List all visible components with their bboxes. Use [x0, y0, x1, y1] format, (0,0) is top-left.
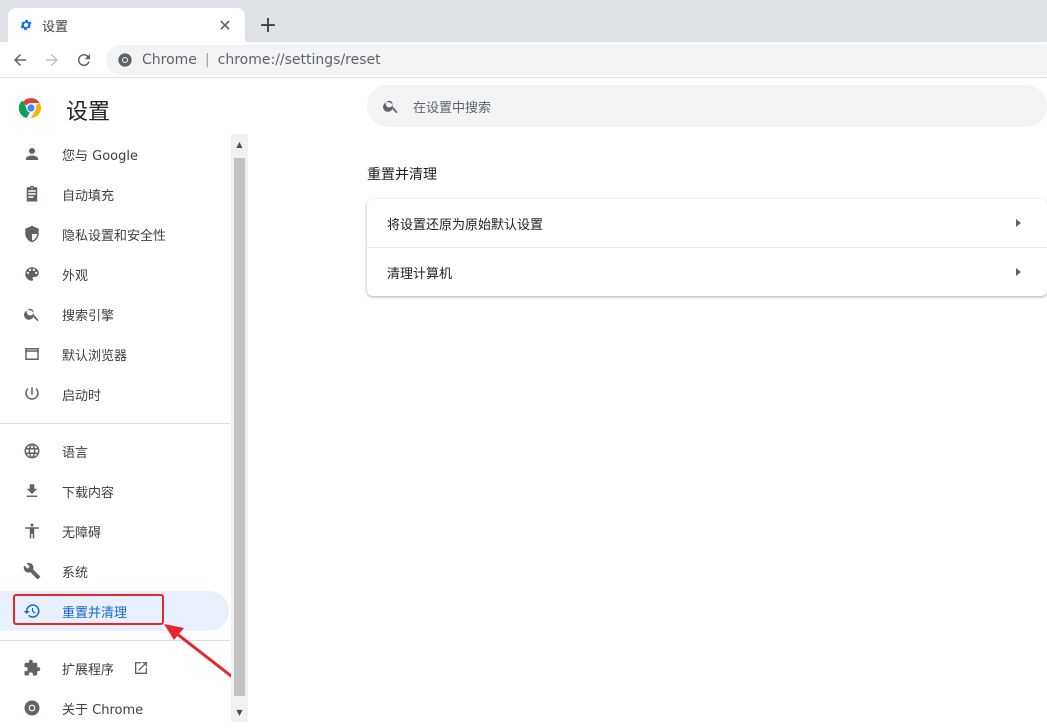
sidebar-item-label: 外观 [62, 268, 89, 284]
sidebar-item-search-engine[interactable]: 搜索引擎 [0, 294, 229, 334]
restore-defaults-row[interactable]: 将设置还原为原始默认设置 [367, 199, 1047, 247]
wrench-icon [20, 559, 44, 583]
page-title: 设置 [66, 100, 111, 125]
sidebar-item-label: 系统 [62, 565, 89, 581]
chrome-icon [116, 51, 134, 69]
sidebar-item-downloads[interactable]: 下载内容 [0, 471, 229, 511]
sidebar-item-label: 隐私设置和安全性 [62, 228, 167, 244]
address-bar[interactable]: Chrome | chrome://settings/reset [106, 45, 1047, 75]
sidebar-item-accessibility[interactable]: 无障碍 [0, 511, 229, 551]
row-label: 清理计算机 [387, 266, 453, 282]
clipboard-icon [20, 182, 44, 206]
sidebar-item-label: 搜索引擎 [62, 308, 115, 324]
sidebar-item-default-browser[interactable]: 默认浏览器 [0, 334, 229, 374]
download-icon [20, 479, 44, 503]
shield-icon [20, 222, 44, 246]
sidebar-item-autofill[interactable]: 自动填充 [0, 174, 229, 214]
annotation-highlight-box [13, 594, 164, 625]
search-placeholder: 在设置中搜索 [413, 100, 492, 116]
open-in-new-icon [132, 659, 150, 677]
sidebar-item-languages[interactable]: 语言 [0, 431, 229, 471]
reset-card: 将设置还原为原始默认设置 清理计算机 [367, 199, 1047, 296]
tab-strip: 设置 ✕ + [0, 0, 1047, 42]
arrow-right-icon [1016, 268, 1021, 276]
accessibility-icon [20, 519, 44, 543]
sidebar-item-about-chrome[interactable]: 关于 Chrome [0, 688, 229, 728]
sidebar-item-label: 关于 Chrome [62, 702, 144, 718]
tab-title: 设置 [42, 19, 69, 35]
sidebar-item-label: 您与 Google [62, 148, 138, 164]
omnibox-separator: | [204, 52, 210, 68]
chrome-icon [20, 696, 44, 720]
row-label: 将设置还原为原始默认设置 [387, 217, 544, 233]
person-icon [20, 142, 44, 166]
site-chip: Chrome [142, 52, 197, 68]
sidebar-item-on-startup[interactable]: 启动时 [0, 374, 229, 414]
sidebar-item-label: 默认浏览器 [62, 348, 128, 364]
new-tab-button[interactable]: + [254, 13, 282, 38]
browser-icon [20, 342, 44, 366]
close-icon[interactable]: ✕ [215, 15, 235, 35]
chrome-logo-icon [18, 96, 43, 120]
tab-settings[interactable]: 设置 ✕ [8, 8, 245, 42]
back-arrow-icon[interactable] [6, 46, 34, 74]
puzzle-icon [20, 656, 44, 680]
clean-computer-row[interactable]: 清理计算机 [367, 248, 1047, 296]
sidebar-item-privacy[interactable]: 隐私设置和安全性 [0, 214, 229, 254]
scroll-up-arrow-icon[interactable]: ▲ [231, 136, 248, 153]
power-icon [20, 382, 44, 406]
sidebar-item-label: 启动时 [62, 388, 102, 404]
scroll-thumb[interactable] [234, 158, 245, 696]
toolbar: Chrome | chrome://settings/reset [0, 42, 1047, 78]
arrow-right-icon [1016, 219, 1021, 227]
scroll-down-arrow-icon[interactable]: ▼ [231, 704, 248, 721]
search-input[interactable]: 在设置中搜索 [367, 85, 1047, 127]
sidebar-divider [0, 423, 230, 424]
sidebar-item-label: 语言 [62, 445, 89, 461]
reload-icon[interactable] [70, 46, 98, 74]
forward-arrow-icon[interactable] [38, 46, 66, 74]
sidebar-item-appearance[interactable]: 外观 [0, 254, 229, 294]
globe-icon [20, 439, 44, 463]
section-title: 重置并清理 [367, 167, 437, 183]
sidebar-item-label: 扩展程序 [62, 662, 115, 678]
search-icon [20, 302, 44, 326]
sidebar-item-label: 无障碍 [62, 525, 102, 541]
gear-icon [18, 17, 34, 33]
sidebar-item-system[interactable]: 系统 [0, 551, 229, 591]
search-icon [381, 96, 401, 116]
url-text[interactable]: chrome://settings/reset [218, 52, 381, 68]
palette-icon [20, 262, 44, 286]
sidebar-item-you-and-google[interactable]: 您与 Google [0, 134, 229, 174]
sidebar-item-label: 下载内容 [62, 485, 115, 501]
sidebar-item-label: 自动填充 [62, 188, 115, 204]
